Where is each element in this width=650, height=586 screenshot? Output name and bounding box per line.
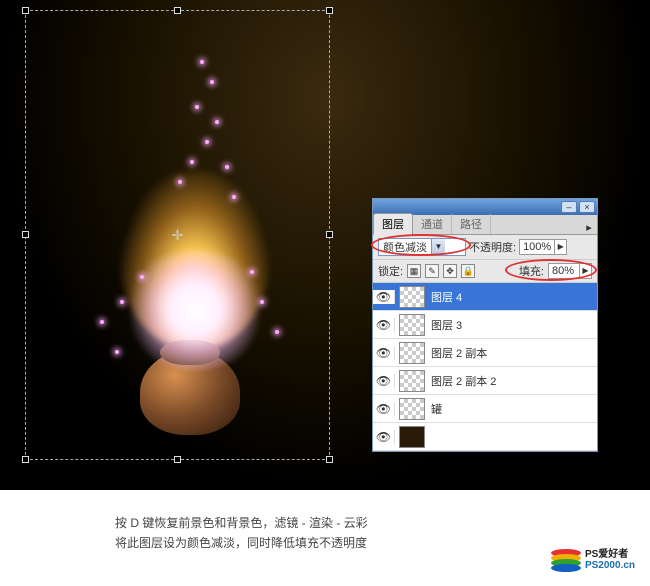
visibility-toggle[interactable]: 👁: [373, 374, 395, 388]
visibility-toggle[interactable]: 👁: [373, 290, 395, 304]
layer-name[interactable]: 罐: [429, 401, 442, 417]
caption-line: 按 D 键恢复前景色和背景色，滤镜 - 渲染 - 云彩: [115, 514, 368, 531]
transform-handle[interactable]: [22, 231, 29, 238]
layer-name[interactable]: 图层 2 副本: [429, 345, 487, 361]
panel-tabs: 图层 通道 路径 ▸: [373, 215, 597, 235]
fill-field[interactable]: 80% ▶: [548, 263, 592, 279]
chevron-right-icon: ▶: [579, 264, 591, 278]
layer-row[interactable]: 👁 图层 2 副本 2: [373, 367, 597, 395]
layer-thumbnail[interactable]: [399, 286, 425, 308]
tab-layers[interactable]: 图层: [373, 213, 413, 235]
lock-position-icon[interactable]: ✥: [443, 264, 457, 278]
layers-panel: – × 图层 通道 路径 ▸ 颜色减淡 ▼ 不透明度: 100% ▶ 锁定: ▦…: [372, 198, 598, 452]
lock-transparency-icon[interactable]: ▦: [407, 264, 421, 278]
opacity-field[interactable]: 100% ▶: [519, 239, 567, 255]
layer-thumbnail[interactable]: [399, 314, 425, 336]
visibility-toggle[interactable]: 👁: [373, 430, 395, 444]
layer-row[interactable]: 👁 图层 2 副本: [373, 339, 597, 367]
panel-menu-icon[interactable]: ▸: [581, 221, 597, 234]
watermark-logo: PS爱好者 PS2000.cn: [551, 549, 635, 571]
chevron-down-icon: ▼: [431, 239, 445, 255]
transform-handle[interactable]: [326, 456, 333, 463]
transform-handle[interactable]: [174, 456, 181, 463]
lock-label: 锁定:: [378, 263, 403, 279]
close-button[interactable]: ×: [579, 201, 595, 213]
blend-mode-value: 颜色减淡: [379, 239, 431, 255]
visibility-toggle[interactable]: 👁: [373, 346, 395, 360]
caption-line: 将此图层设为颜色减淡，同时降低填充不透明度: [115, 534, 367, 551]
logo-text-2: PS2000.cn: [585, 560, 635, 571]
chevron-right-icon: ▶: [554, 240, 566, 254]
layer-thumbnail[interactable]: [399, 426, 425, 448]
visibility-toggle[interactable]: 👁: [373, 402, 395, 416]
transform-handle[interactable]: [326, 231, 333, 238]
layer-name[interactable]: 图层 2 副本 2: [429, 373, 496, 389]
layer-list: 👁 图层 4 👁 图层 3 👁 图层 2 副本 👁 图层 2 副本 2 👁 罐 …: [373, 283, 597, 451]
fill-label: 填充:: [519, 263, 544, 279]
lock-all-icon[interactable]: 🔒: [461, 264, 475, 278]
visibility-toggle[interactable]: 👁: [373, 318, 395, 332]
transform-handle[interactable]: [174, 7, 181, 14]
layer-row[interactable]: 👁 图层 3: [373, 311, 597, 339]
layer-row[interactable]: 👁: [373, 423, 597, 451]
tab-paths[interactable]: 路径: [452, 214, 491, 234]
transform-handle[interactable]: [22, 456, 29, 463]
logo-swirl-icon: [551, 549, 581, 571]
transform-handle[interactable]: [22, 7, 29, 14]
logo-text-1: PS爱好者: [585, 549, 635, 560]
lock-pixels-icon[interactable]: ✎: [425, 264, 439, 278]
blend-mode-dropdown[interactable]: 颜色减淡 ▼: [378, 238, 466, 256]
layer-row[interactable]: 👁 罐: [373, 395, 597, 423]
layer-thumbnail[interactable]: [399, 370, 425, 392]
layer-thumbnail[interactable]: [399, 342, 425, 364]
layer-row[interactable]: 👁 图层 4: [373, 283, 597, 311]
minimize-button[interactable]: –: [561, 201, 577, 213]
transform-center-icon[interactable]: ✛: [171, 228, 185, 242]
layer-thumbnail[interactable]: [399, 398, 425, 420]
tab-channels[interactable]: 通道: [413, 214, 452, 234]
layer-name[interactable]: 图层 3: [429, 317, 462, 333]
layer-name[interactable]: 图层 4: [429, 289, 462, 305]
opacity-label: 不透明度:: [469, 239, 516, 255]
transform-bounding-box[interactable]: ✛: [25, 10, 330, 460]
transform-handle[interactable]: [326, 7, 333, 14]
